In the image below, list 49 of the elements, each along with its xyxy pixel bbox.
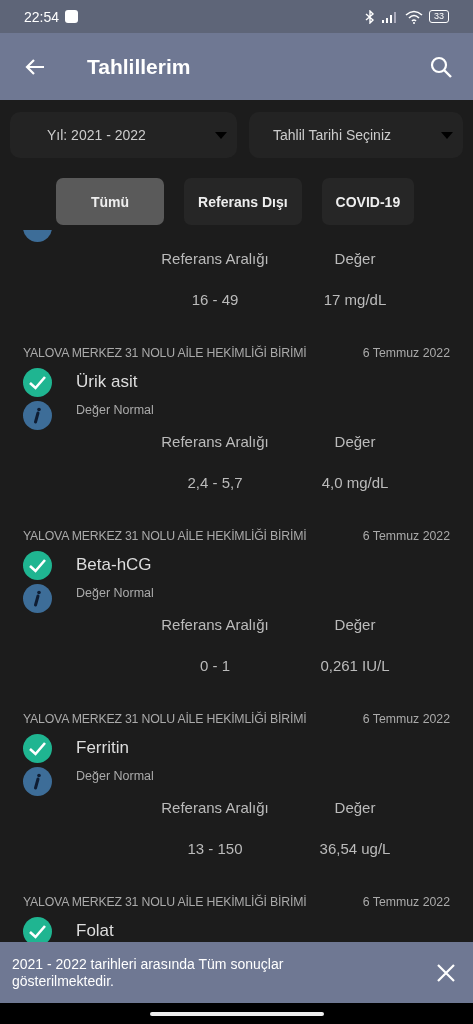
column-label: Değer (333, 798, 377, 818)
status-text: Değer Normal (76, 769, 154, 783)
result-date: 6 Temmuz 2022 (362, 346, 450, 360)
test-name: Folat (76, 921, 114, 941)
battery-icon: 33 (429, 10, 449, 23)
close-icon[interactable] (437, 963, 455, 982)
status-text: Değer Normal (76, 403, 154, 417)
notification-icon (65, 10, 79, 23)
result-value: 17 mg/dL (322, 290, 388, 310)
result-value: 0,261 IU/L (319, 656, 391, 676)
facility-name: YALOVA MERKEZ 31 NOLU AİLE HEKİMLİĞİ BİRİMİ (23, 895, 307, 909)
test-name: Beta-hCG (76, 555, 152, 575)
column-label: Referans Aralığı (160, 798, 270, 818)
result-value: 36,54 ug/L (318, 839, 392, 859)
filter-tab[interactable]: Tümü (56, 178, 165, 225)
result-date: 6 Temmuz 2022 (362, 895, 450, 909)
filter-tab[interactable]: Referans Dışı (184, 178, 302, 225)
reference-range: 0 - 1 (199, 656, 231, 676)
result-date: 6 Temmuz 2022 (362, 529, 450, 543)
column-label: Değer (333, 615, 377, 635)
status-text: Değer Normal (76, 586, 154, 600)
result-value: 4,0 mg/dL (320, 473, 390, 493)
test-name: Ferritin (76, 738, 129, 758)
facility-name: YALOVA MERKEZ 31 NOLU AİLE HEKİMLİĞİ BİRİMİ (23, 529, 307, 543)
dropdown-arrow-icon (215, 131, 227, 139)
filter-dropdown[interactable]: Yıl: 2021 - 2022 (10, 112, 237, 158)
page-title: Tahlillerim (87, 54, 192, 79)
status-time: 22:54 (24, 8, 60, 25)
wifi-icon (405, 9, 423, 24)
reference-range: 13 - 150 (186, 839, 244, 859)
filter-dropdown[interactable]: Tahlil Tarihi Seçiniz (249, 112, 463, 158)
result-date: 6 Temmuz 2022 (362, 712, 450, 726)
test-name: Ürik asit (76, 372, 138, 392)
dropdown-arrow-icon (441, 131, 453, 139)
facility-name: YALOVA MERKEZ 31 NOLU AİLE HEKİMLİĞİ BİRİMİ (23, 712, 307, 726)
snackbar-message: 2021 - 2022 tarihleri arasında Tüm sonuçlar gösterilmektedir. (12, 955, 285, 990)
column-label: Değer (333, 249, 377, 269)
column-label: Referans Aralığı (160, 615, 270, 635)
filter-tab[interactable]: COVID-19 (321, 178, 415, 225)
column-label: Referans Aralığı (160, 432, 270, 452)
search-icon[interactable] (429, 54, 453, 79)
column-label: Referans Aralığı (160, 249, 270, 269)
facility-name: YALOVA MERKEZ 31 NOLU AİLE HEKİMLİĞİ BİRİMİ (23, 346, 307, 360)
reference-range: 16 - 49 (190, 290, 240, 310)
reference-range: 2,4 - 5,7 (186, 473, 244, 493)
home-indicator[interactable] (149, 1011, 324, 1016)
column-label: Değer (333, 432, 377, 452)
signal-icon (381, 10, 399, 23)
bluetooth-icon (365, 9, 375, 24)
